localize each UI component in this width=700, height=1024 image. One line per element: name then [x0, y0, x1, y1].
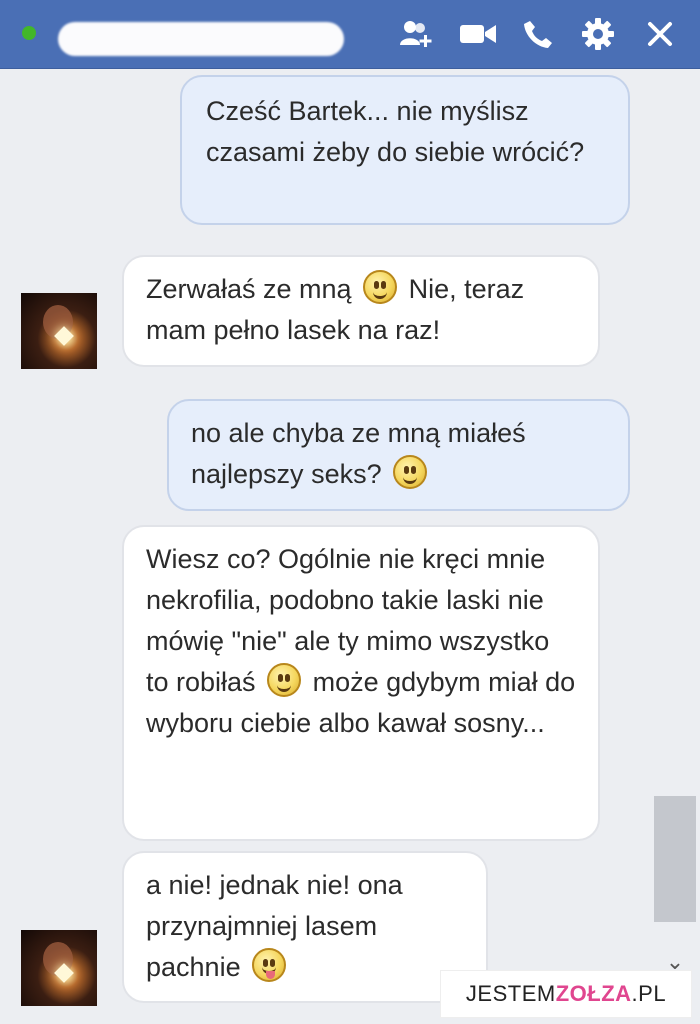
phone-icon[interactable] — [518, 16, 558, 52]
site-watermark: JESTEM ZOŁZA .PL — [440, 970, 692, 1018]
message-bubble-received: Zerwałaś ze mną Nie, teraz mam pełno las… — [122, 255, 600, 367]
close-icon[interactable] — [640, 16, 680, 52]
message-thread: Cześć Bartek... nie myślisz czasami żeby… — [0, 69, 700, 1024]
message-bubble-sent: Cześć Bartek... nie myślisz czasami żeby… — [180, 75, 630, 225]
tongue-out-emoji-icon — [252, 948, 287, 982]
message-bubble-sent: no ale chyba ze mną miałeś najlepszy sek… — [167, 399, 630, 511]
contact-avatar[interactable] — [21, 930, 97, 1006]
contact-name-redacted — [58, 22, 344, 56]
message-text: Cześć Bartek... nie myślisz czasami żeby… — [206, 96, 585, 167]
message-text: Zerwałaś ze mną — [146, 274, 352, 304]
chat-header — [0, 0, 700, 69]
smile-emoji-icon — [363, 270, 398, 304]
smile-emoji-icon — [267, 663, 302, 697]
message-text: no ale chyba ze mną miałeś najlepszy sek… — [191, 418, 526, 489]
message-bubble-received: a nie! jednak nie! ona przynajmniej lase… — [122, 851, 488, 1003]
watermark-domain: .PL — [631, 981, 667, 1006]
watermark-logo-text: ZOŁZA — [555, 981, 632, 1006]
contact-avatar[interactable] — [21, 293, 97, 369]
gear-icon[interactable] — [578, 16, 618, 52]
add-friend-icon[interactable] — [396, 16, 436, 52]
smile-emoji-icon — [393, 455, 428, 489]
message-bubble-received: Wiesz co? Ogólnie nie kręci mnie nekrofi… — [122, 525, 600, 841]
video-call-icon[interactable] — [458, 16, 498, 52]
scrollbar-thumb[interactable] — [654, 796, 696, 922]
watermark-text: JESTEM — [465, 981, 556, 1006]
online-status-indicator — [22, 26, 36, 40]
